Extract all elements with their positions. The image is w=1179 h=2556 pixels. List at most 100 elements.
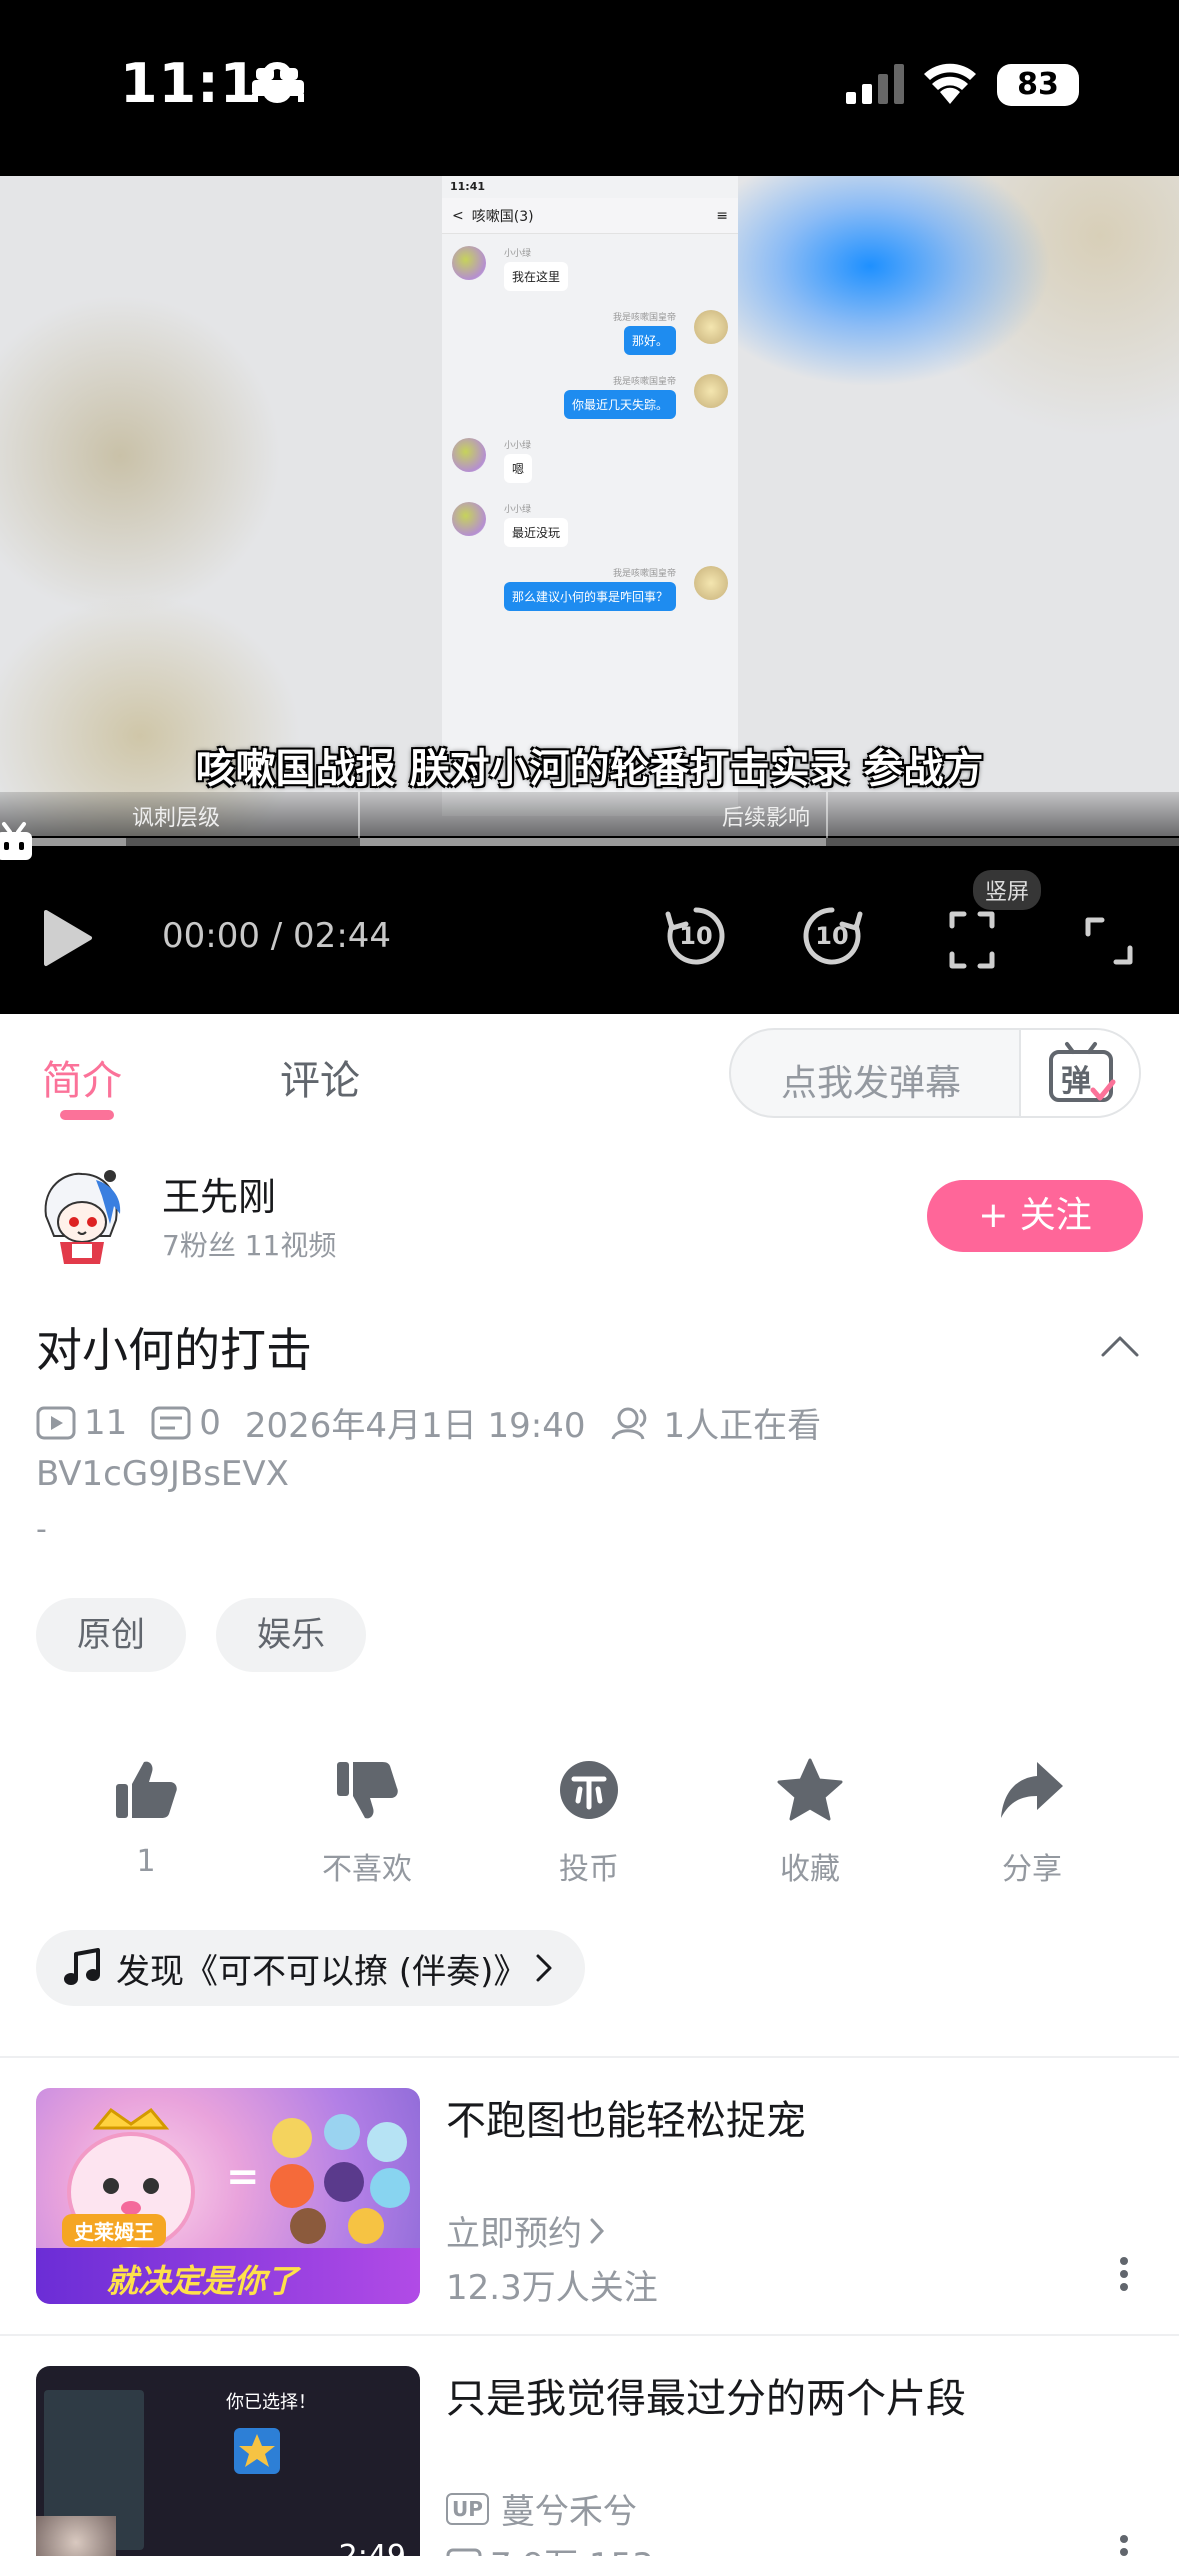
recommendation-uploader[interactable]: UP 蔓兮禾兮 (446, 2484, 637, 2533)
video-title: 对小何的打击 (36, 1323, 312, 1377)
favorite-button[interactable]: 收藏 (730, 1754, 890, 1888)
chapter-divider (826, 792, 828, 838)
recommendation-title[interactable]: 只是我觉得最过分的两个片段 (446, 2366, 966, 2424)
thumbs-up-icon (116, 1761, 177, 1818)
embedded-chat-screenshot: 11:41 < 咳嗽国(3) ≡ 小小绿 我在这里 我是咳嗽国皇帝 那好。 我是咳嗽国皇… (442, 176, 738, 816)
people-watching-icon (611, 1407, 646, 1440)
more-options-icon[interactable] (1119, 2256, 1129, 2292)
recommendation-thumbnail[interactable]: 你已选择！ 2:49 (36, 2366, 420, 2556)
sleep-mode-icon (252, 68, 304, 102)
tag-entertainment[interactable]: 娱乐 (216, 1598, 366, 1672)
progress-bar[interactable] (0, 838, 1179, 846)
video-duration: 2:49 (339, 2539, 406, 2556)
progress-thumb-tv-icon[interactable] (0, 820, 34, 864)
share-icon (1001, 1762, 1063, 1818)
embedded-chat-sender: 我是咳嗽国皇帝 (612, 313, 676, 323)
bvid[interactable]: BV1cG9JBsEVX (36, 1454, 289, 1494)
tag-original[interactable]: 原创 (36, 1598, 186, 1672)
like-button[interactable]: 1 (66, 1754, 226, 1879)
forward-seconds: 10 (815, 922, 849, 950)
thumb-banner: 就决定是你了 (36, 2248, 420, 2304)
uploader-name[interactable]: 王先刚 (162, 1166, 276, 1221)
battery-tip (1068, 78, 1074, 94)
music-discovery-chip[interactable]: 发现《可不可以撩 (伴奏)》 (36, 1930, 586, 2006)
publish-datetime: 2026年4月1日 19:40 (244, 1406, 586, 1446)
embedded-chat-bubble: 那好。 (623, 326, 676, 355)
embedded-chat-bubble: 嗯 (504, 454, 533, 483)
thumb-badge: 史莱姆王 (62, 2214, 166, 2247)
recommendation-title[interactable]: 不跑图也能轻松捉宠 (446, 2088, 806, 2146)
embedded-menu-icon: ≡ (716, 207, 728, 224)
embedded-chat-avatar (452, 246, 486, 280)
danmaku-toggle-button[interactable]: 弹 (1019, 1030, 1139, 1116)
play-count-icon (446, 2548, 482, 2556)
danmaku-count-value: 0 (199, 1402, 221, 1443)
embedded-status-time: 11:41 (450, 180, 486, 193)
embedded-chat-message: 小小绿 最近没玩 (452, 502, 728, 554)
chapter-divider (358, 792, 360, 838)
embedded-chat-sender: 小小绿 (504, 249, 532, 259)
danmaku-placeholder: 点我发弹幕 (781, 1063, 962, 1104)
danmaku-input[interactable]: 点我发弹幕 弹 (729, 1028, 1141, 1118)
play-icon[interactable] (40, 908, 96, 968)
recommendation-followers: 12.3万人关注 (446, 2268, 658, 2308)
chevron-up-icon[interactable] (1100, 1334, 1140, 1358)
embedded-chat-message: 我是咳嗽国皇帝 你最近几天失踪。 (452, 374, 728, 426)
uploader-avatar[interactable] (36, 1166, 126, 1266)
recommendation-thumbnail[interactable]: 史莱姆王 = 就决定是你了 (36, 2088, 420, 2304)
chevron-right-icon (590, 2218, 604, 2243)
follow-button[interactable]: + 关注 (927, 1180, 1143, 1252)
time-display: 00:00 / 02:44 (162, 916, 392, 956)
coin-button[interactable]: 投币 (509, 1754, 669, 1888)
embedded-chat-bubble: 最近没玩 (504, 518, 569, 547)
video-player[interactable]: 11:41 < 咳嗽国(3) ≡ 小小绿 我在这里 我是咳嗽国皇帝 那好。 我是咳嗽国皇… (0, 176, 1179, 1014)
vertical-mode-tooltip: 竖屏 (973, 870, 1042, 910)
equals-glyph: = (226, 2154, 260, 2200)
more-options-icon[interactable] (1119, 2534, 1129, 2556)
tab-comments[interactable]: 评论 (280, 1048, 360, 1106)
embedded-chat-message: 我是咳嗽国皇帝那好。 (452, 310, 728, 362)
dislike-button[interactable]: 不喜欢 (287, 1754, 447, 1888)
tab-intro[interactable]: 简介 (42, 1048, 122, 1106)
up-badge-icon: UP (446, 2492, 489, 2525)
embedded-chat-title: 咳嗽国(3) (471, 208, 534, 225)
embedded-chat-message: 我是咳嗽国皇帝那么建议小何的事是咋回事？ (452, 566, 728, 618)
share-button[interactable]: 分享 (952, 1754, 1112, 1888)
embedded-chat-sender: 我是咳嗽国皇帝 (612, 569, 676, 579)
share-label: 分享 (1002, 1852, 1062, 1887)
embedded-chat-avatar (452, 438, 486, 472)
embedded-chat-avatar (452, 502, 486, 536)
content-sheet: 简介 评论 点我发弹幕 弹 王先刚 7粉丝 11视频 + 关注 对小何的打击 1… (0, 1014, 1179, 2556)
recommendation-card[interactable]: 你已选择！ 2:49 只是我觉得最过分的两个片段 UP 蔓兮禾兮 7.9万 15… (36, 2366, 1143, 2556)
embedded-chat-bubble: 那么建议小何的事是咋回事？ (503, 582, 676, 611)
recommendation-card[interactable]: 史莱姆王 = 就决定是你了 不跑图也能轻松捉宠 立即预约 12.3万人关注 (36, 2088, 1143, 2308)
embedded-chat-message: 小小绿 我在这里 (452, 246, 728, 298)
chapter-label-2[interactable]: 后续影响 (722, 800, 810, 832)
reserve-link[interactable]: 立即预约 (446, 2206, 604, 2255)
watching-now-text: 1人正在看 (663, 1406, 822, 1446)
embedded-message-list: 小小绿 我在这里 我是咳嗽国皇帝 那好。 我是咳嗽国皇帝 你最近几天失踪。 小小绿嗯小小绿最… (442, 246, 738, 618)
fullscreen-icon[interactable] (1084, 916, 1134, 966)
forward-10-button[interactable]: 10 (800, 904, 864, 968)
watching-now: 1人正在看 (610, 1398, 822, 1447)
vertical-fullscreen-icon[interactable] (948, 910, 996, 970)
like-count: 1 (136, 1844, 156, 1879)
rewind-10-button[interactable]: 10 (664, 904, 728, 968)
favorite-label: 收藏 (780, 1852, 840, 1887)
video-subtitle: 咳嗽国战报 朕对小河的轮番打击实录 参战方 (195, 746, 984, 792)
card-divider (0, 2334, 1179, 2336)
reserve-label: 立即预约 (446, 2214, 582, 2254)
chapter-bar[interactable]: 讽刺层级 后续影响 (0, 792, 1179, 838)
chevron-right-icon (536, 1954, 552, 1982)
star-badge-icon (234, 2428, 280, 2474)
video-description: - (36, 1512, 47, 1547)
danmaku-count-icon (151, 1406, 191, 1439)
tab-active-indicator (60, 1110, 114, 1120)
coin-icon (560, 1761, 618, 1819)
embedded-chat-bubble: 你最近几天失踪。 (563, 390, 676, 419)
music-label: 发现《可不可以撩 (伴奏)》 (116, 1951, 528, 1992)
embedded-chat-message: 小小绿嗯 (452, 438, 728, 490)
pet-monsters-icon (270, 2114, 410, 2244)
dislike-label: 不喜欢 (322, 1852, 412, 1887)
chapter-label-1[interactable]: 讽刺层级 (132, 800, 220, 832)
